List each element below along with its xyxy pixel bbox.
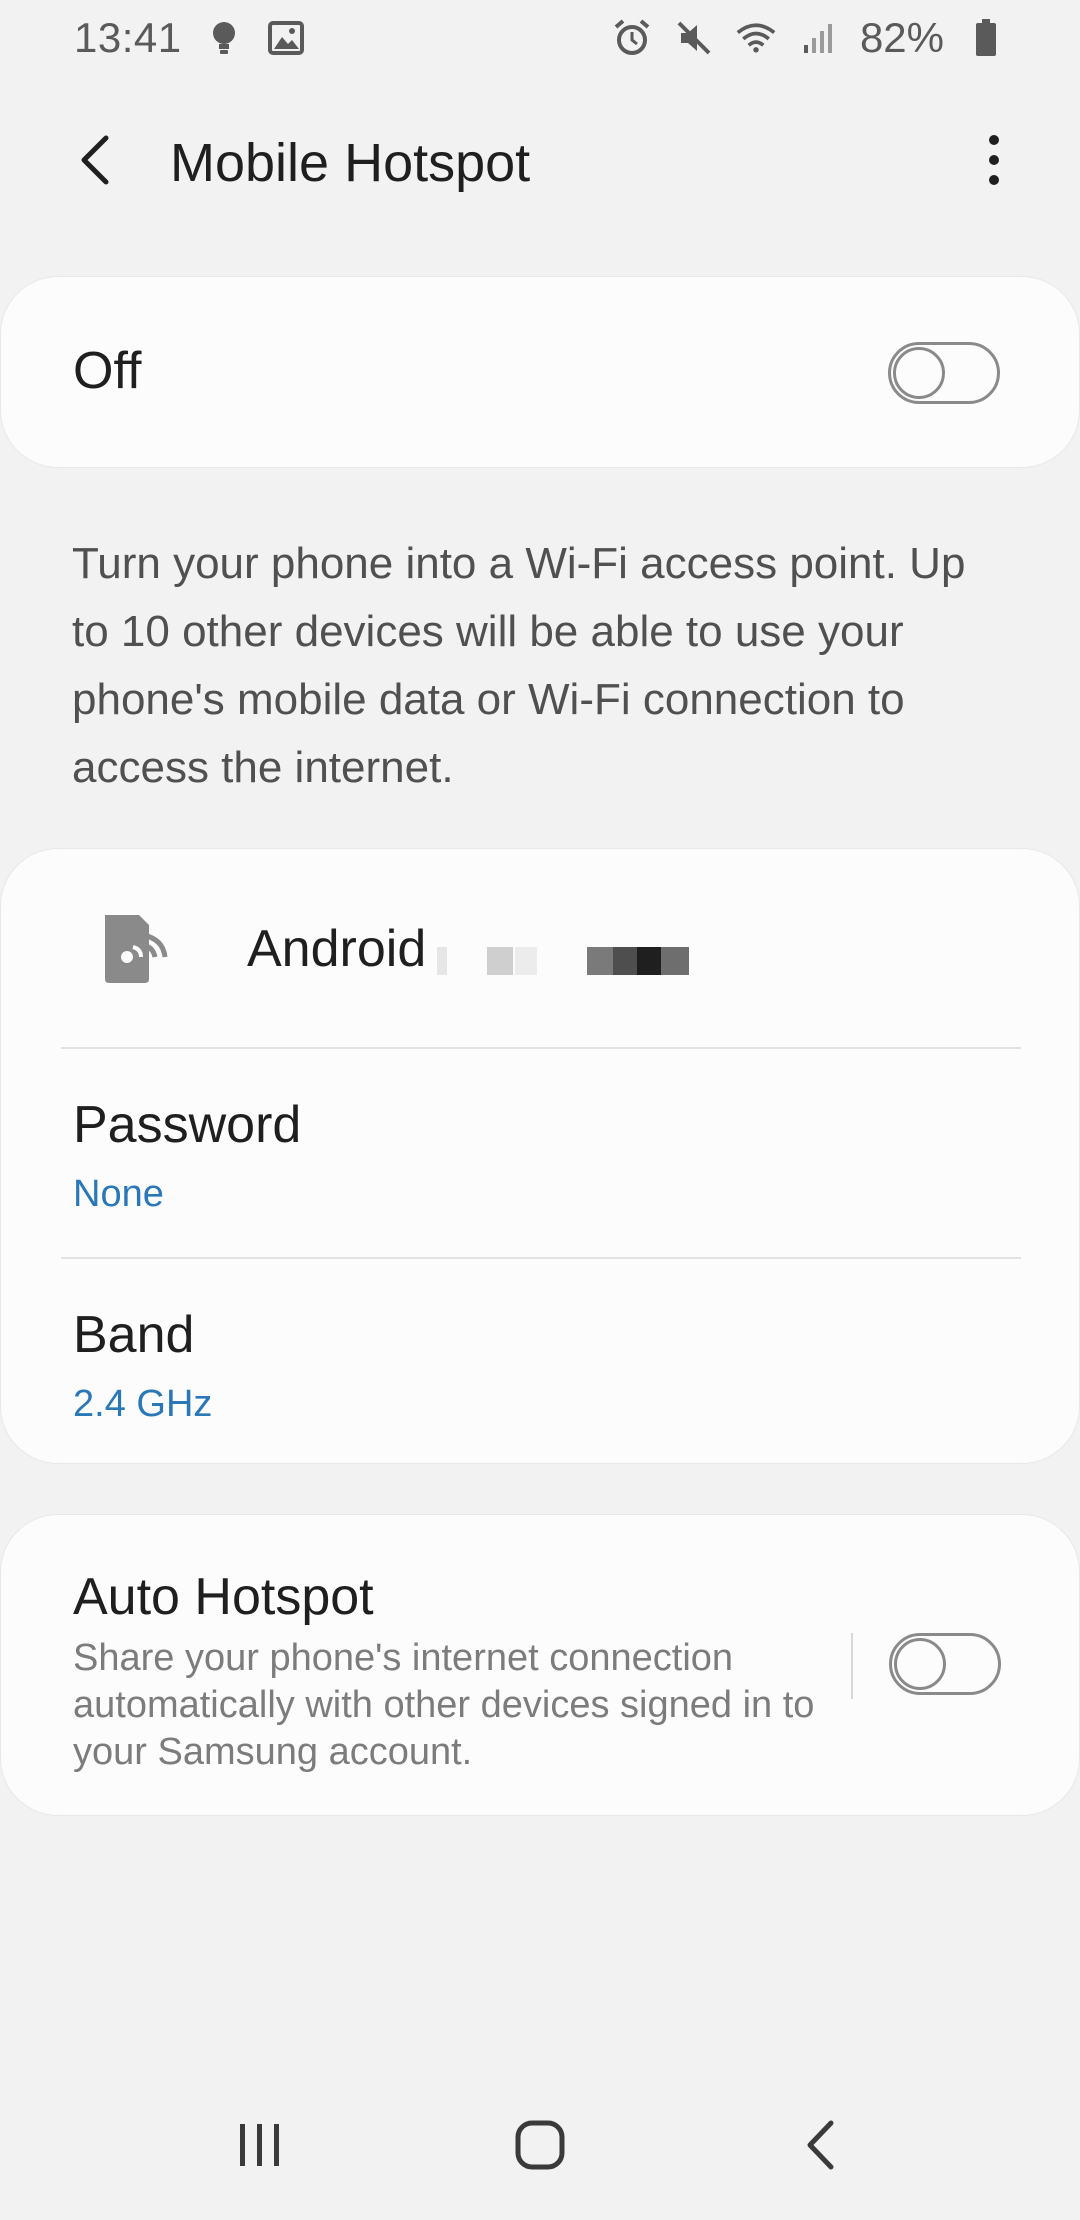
recents-icon xyxy=(240,2124,279,2166)
redaction-block xyxy=(613,947,637,975)
auto-hotspot-switch[interactable] xyxy=(889,1633,1001,1695)
nav-back-button[interactable] xyxy=(770,2095,870,2195)
switch-knob xyxy=(893,347,945,399)
more-options-button[interactable] xyxy=(962,128,1026,192)
mute-icon xyxy=(674,18,714,58)
signal-icon xyxy=(798,18,838,58)
hotspot-settings-card: Android Password None Band 2.4 GHz xyxy=(0,848,1080,1464)
vertical-divider xyxy=(851,1633,853,1699)
auto-hotspot-card[interactable]: Auto Hotspot Share your phone's internet… xyxy=(0,1514,1080,1816)
password-row[interactable]: Password None xyxy=(1,1049,1080,1257)
network-name-row[interactable]: Android xyxy=(1,849,1080,1049)
navigation-bar xyxy=(0,2070,1080,2220)
back-button[interactable] xyxy=(62,128,126,192)
redaction-block xyxy=(637,947,661,975)
image-icon xyxy=(266,18,306,58)
battery-percent: 82% xyxy=(859,14,944,61)
redaction-block xyxy=(661,947,689,975)
hotspot-description: Turn your phone into a Wi-Fi access poin… xyxy=(72,539,966,792)
auto-hotspot-description: Share your phone's internet connection a… xyxy=(73,1637,815,1773)
screen: 13:41 82% Mobile Hotspot Off Turn your p… xyxy=(0,0,1080,2220)
bulb-icon xyxy=(204,18,244,58)
auto-hotspot-title: Auto Hotspot xyxy=(73,1568,374,1626)
status-right: 82% xyxy=(612,14,1006,62)
status-time: 13:41 xyxy=(74,14,182,61)
recents-button[interactable] xyxy=(210,2095,310,2195)
hotspot-switch[interactable] xyxy=(888,342,1000,404)
switch-knob xyxy=(894,1638,946,1690)
alarm-icon xyxy=(612,18,652,58)
hotspot-icon xyxy=(105,915,168,983)
password-value: None xyxy=(73,1173,164,1215)
home-button[interactable] xyxy=(490,2095,590,2195)
redaction-block xyxy=(587,947,613,975)
redaction-block xyxy=(515,947,537,975)
network-name: Android xyxy=(247,920,427,978)
wifi-icon xyxy=(736,18,776,58)
status-left: 13:41 xyxy=(74,14,306,62)
band-value: 2.4 GHz xyxy=(73,1383,213,1425)
password-label: Password xyxy=(73,1096,302,1154)
redaction-block xyxy=(487,947,513,975)
band-row[interactable]: Band 2.4 GHz xyxy=(1,1259,1080,1463)
more-vert-icon xyxy=(989,135,999,185)
redaction-block xyxy=(437,947,447,975)
nav-back-icon xyxy=(807,2120,834,2170)
band-label: Band xyxy=(73,1306,195,1364)
back-arrow-icon xyxy=(81,135,109,185)
app-bar: Mobile Hotspot xyxy=(0,110,1080,210)
home-icon xyxy=(515,2120,565,2170)
battery-icon xyxy=(966,18,1006,58)
status-bar: 13:41 82% xyxy=(0,0,1080,76)
hotspot-state-label: Off xyxy=(73,342,142,400)
page-title: Mobile Hotspot xyxy=(170,133,531,193)
